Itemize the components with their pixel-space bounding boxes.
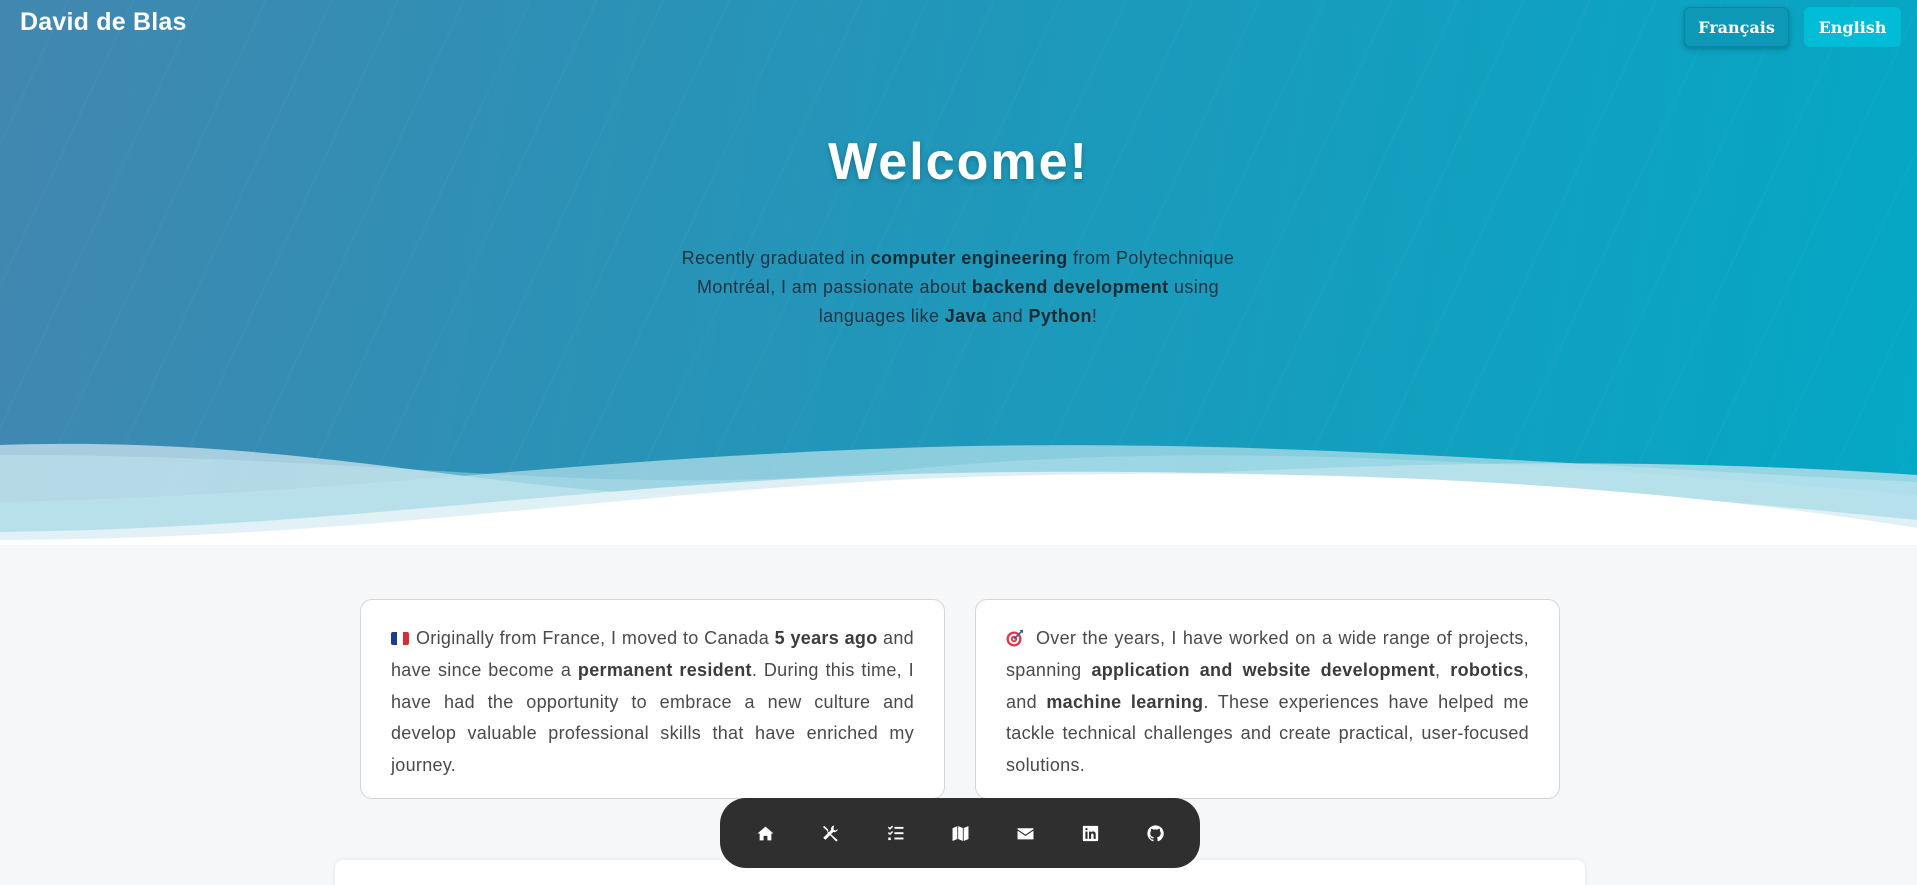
- nav-contact-button[interactable]: [993, 806, 1058, 860]
- intro-text: and: [986, 306, 1029, 326]
- intro-highlight: backend development: [971, 277, 1169, 297]
- tools-icon: [822, 825, 838, 842]
- nav-github-button[interactable]: [1123, 806, 1188, 860]
- home-icon: [757, 826, 773, 840]
- card-highlight: permanent resident: [577, 659, 752, 680]
- card-highlight: machine learning: [1046, 691, 1204, 712]
- nav-skills-button[interactable]: [863, 806, 928, 860]
- about-card-experience: Over the years, I have worked on a wide …: [975, 599, 1560, 799]
- intro-text: !: [1091, 306, 1098, 326]
- nav-linkedin-button[interactable]: [1058, 806, 1123, 860]
- hero-waves: [0, 443, 1917, 545]
- github-icon: [1146, 824, 1164, 841]
- nav-home-button[interactable]: [733, 806, 798, 860]
- target-icon: [1006, 630, 1023, 647]
- france-flag-icon: [391, 632, 409, 645]
- nav-dock: [720, 798, 1200, 868]
- intro-highlight: Python: [1028, 306, 1092, 326]
- card-text: ,: [1435, 659, 1451, 680]
- map-icon: [952, 825, 968, 841]
- about-card-origin: Originally from France, I moved to Canad…: [360, 599, 945, 799]
- hero-title: Welcome!: [828, 133, 1089, 191]
- envelope-icon: [1017, 827, 1033, 839]
- hero-intro: Recently graduated in computer engineeri…: [658, 244, 1258, 331]
- intro-highlight: Java: [944, 306, 987, 326]
- nav-tools-button[interactable]: [798, 806, 863, 860]
- linkedin-icon: [1082, 825, 1098, 841]
- card-highlight: application and website development: [1091, 659, 1435, 680]
- site-brand[interactable]: David de Blas: [20, 8, 187, 37]
- card-highlight: robotics: [1450, 659, 1524, 680]
- intro-text: Recently graduated in: [681, 248, 871, 268]
- nav-map-button[interactable]: [928, 806, 993, 860]
- card-highlight: 5 years ago: [774, 628, 878, 648]
- lang-french-button[interactable]: Français: [1684, 7, 1789, 47]
- intro-highlight: computer engineering: [870, 248, 1068, 268]
- card-text: Originally from France, I moved to Canad…: [416, 628, 775, 648]
- checklist-icon: [887, 825, 903, 840]
- lang-english-button[interactable]: English: [1804, 7, 1901, 47]
